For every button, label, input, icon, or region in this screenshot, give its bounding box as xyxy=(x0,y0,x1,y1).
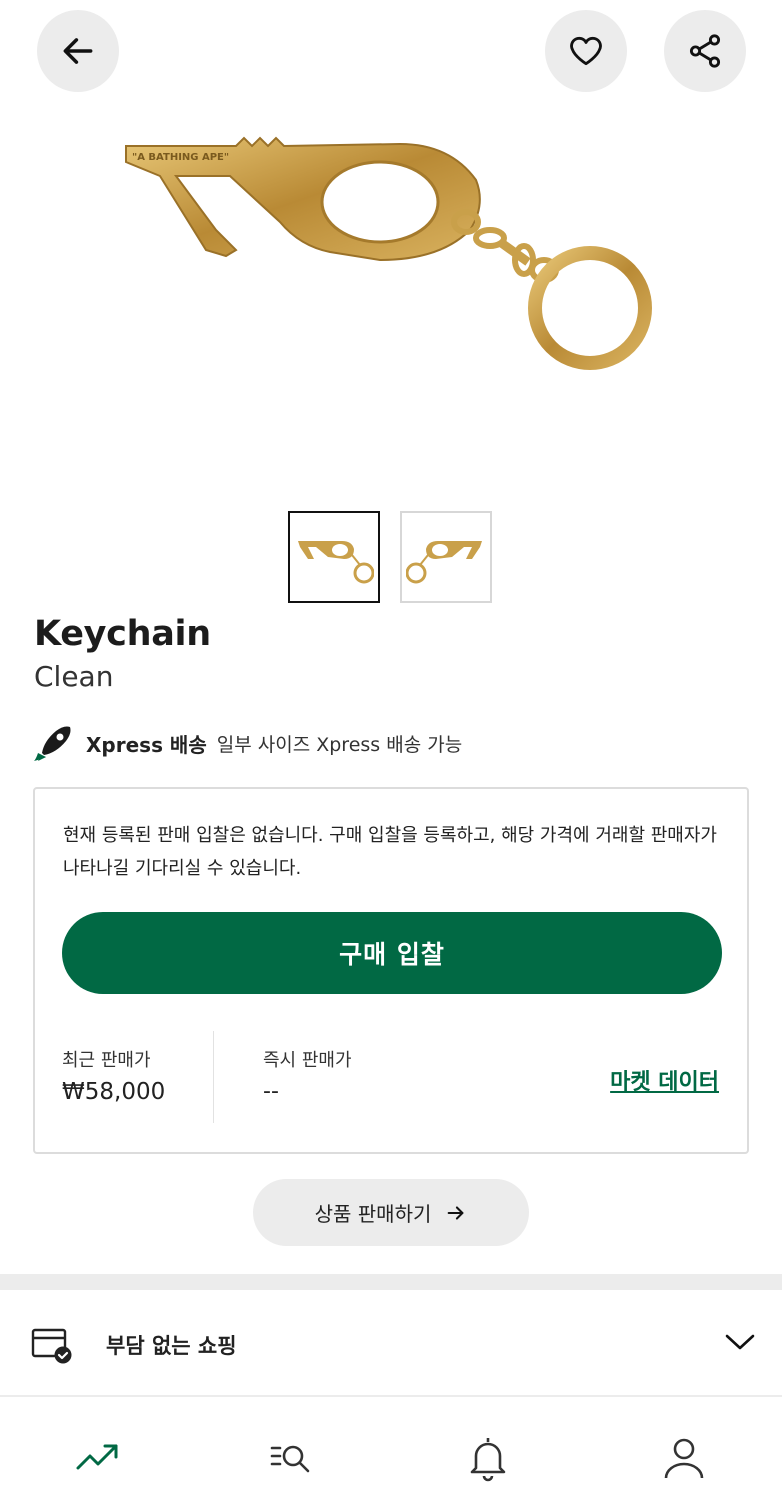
market-data-link[interactable]: 마켓 데이터 xyxy=(610,1064,719,1096)
thumbnail-front[interactable] xyxy=(288,511,380,603)
sell-product-button[interactable]: 상품 판매하기 xyxy=(253,1179,529,1246)
instant-sell-price-value: -- xyxy=(263,1079,279,1104)
bid-card: 현재 등록된 판매 입찰은 없습니다. 구매 입찰을 등록하고, 해당 가격에 … xyxy=(33,787,749,1154)
xpress-description: 일부 사이즈 Xpress 배송 가능 xyxy=(216,733,463,756)
tab-my-page[interactable] xyxy=(654,1428,714,1488)
thumbnail-front-image xyxy=(298,541,374,584)
arrow-right-icon xyxy=(448,1205,464,1220)
product-hero-image[interactable]: "A BATHING APE" xyxy=(0,110,782,490)
instant-sell-price-label: 즉시 판매가 xyxy=(263,1050,352,1071)
section-separator xyxy=(0,1274,782,1290)
arrow-left-icon xyxy=(63,38,93,64)
chevron-down-icon xyxy=(725,1334,755,1350)
price-divider xyxy=(213,1031,214,1123)
bell-icon xyxy=(470,1438,506,1482)
xpress-shipping-row: Xpress 배송 일부 사이즈 Xpress 배송 가능 xyxy=(34,722,462,764)
product-name: Keychain xyxy=(34,614,211,654)
thumbnail-back[interactable] xyxy=(400,511,492,603)
recent-price-label: 최근 판매가 xyxy=(62,1050,151,1071)
share-button[interactable] xyxy=(664,10,746,92)
purchase-bid-button[interactable]: 구매 입찰 xyxy=(62,912,722,994)
back-button[interactable] xyxy=(37,10,119,92)
recent-price-value: ₩58,000 xyxy=(62,1079,166,1105)
svg-text:"A BATHING APE": "A BATHING APE" xyxy=(132,152,229,163)
sell-product-label: 상품 판매하기 xyxy=(314,1202,432,1226)
thumbnail-back-image xyxy=(406,541,482,584)
xpress-label: Xpress 배송 xyxy=(86,732,207,757)
trending-icon xyxy=(76,1444,118,1470)
worry-free-shopping-accordion[interactable]: 부담 없는 쇼핑 xyxy=(0,1290,782,1397)
thumbnail-strip xyxy=(288,511,492,603)
shopping-check-icon xyxy=(31,1328,72,1364)
like-button[interactable] xyxy=(545,10,627,92)
tab-notifications[interactable] xyxy=(458,1428,518,1488)
rocket-icon xyxy=(34,726,71,761)
person-icon xyxy=(664,1438,704,1479)
bottom-tab-bar xyxy=(0,1400,782,1500)
tab-search[interactable] xyxy=(262,1428,322,1488)
search-menu-icon xyxy=(270,1445,310,1473)
tab-trending[interactable] xyxy=(68,1428,128,1488)
keychain-illustration: "A BATHING APE" xyxy=(125,136,652,370)
no-sell-bid-notice: 현재 등록된 판매 입찰은 없습니다. 구매 입찰을 등록하고, 해당 가격에 … xyxy=(63,825,717,879)
worry-free-shopping-label: 부담 없는 쇼핑 xyxy=(106,1334,237,1358)
product-subtitle: Clean xyxy=(34,660,114,693)
share-icon xyxy=(689,34,721,68)
heart-icon xyxy=(570,36,602,66)
